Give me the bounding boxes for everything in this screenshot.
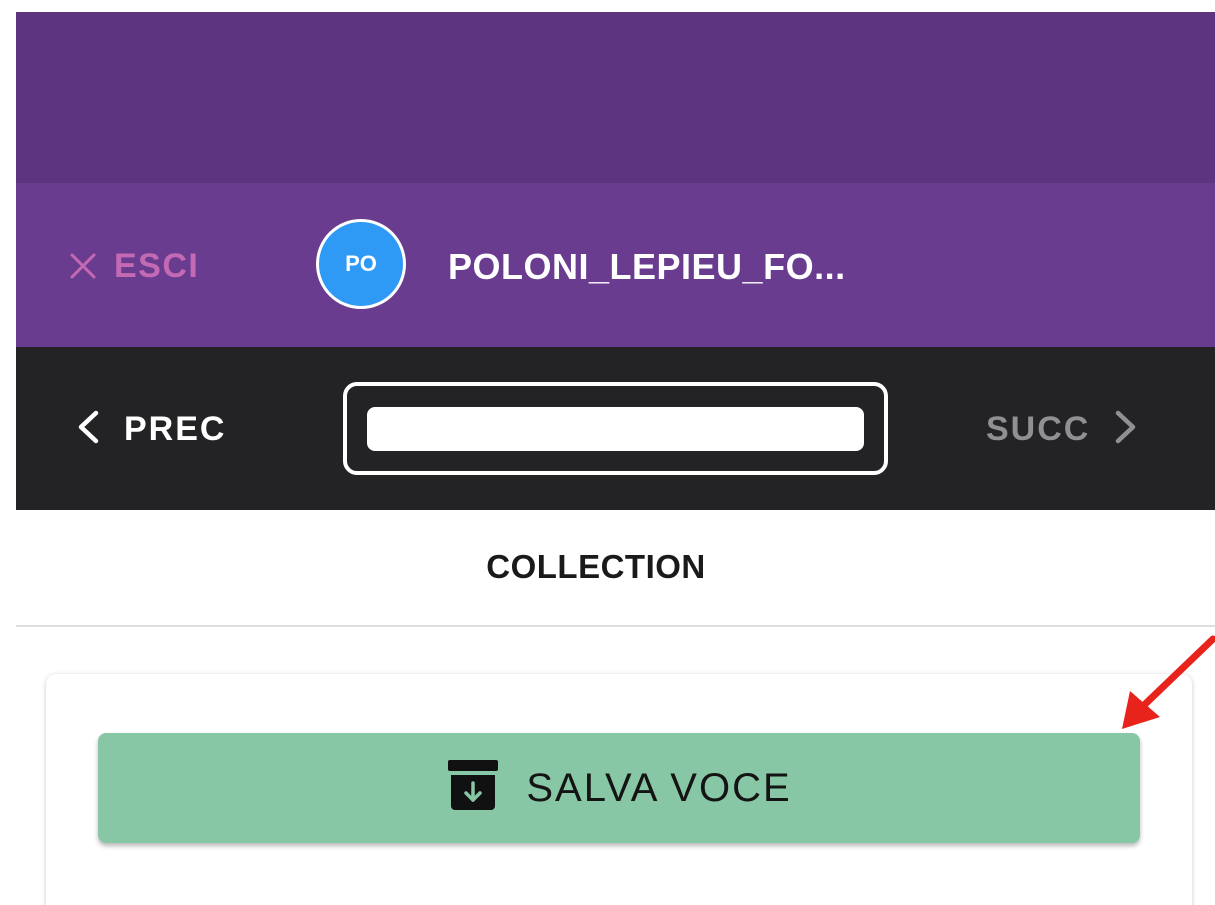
- exit-label: ESCI: [114, 246, 200, 285]
- section-title: COLLECTION: [486, 548, 706, 585]
- prev-label: PREC: [124, 409, 227, 448]
- left-margin: [0, 0, 16, 905]
- top-margin: [0, 0, 1215, 12]
- avatar: PO: [316, 219, 406, 309]
- status-bar: [16, 12, 1215, 183]
- exit-button[interactable]: ESCI: [68, 244, 199, 288]
- next-button[interactable]: SUCC: [986, 405, 1138, 453]
- record-selector[interactable]: [343, 382, 888, 475]
- next-label: SUCC: [986, 409, 1091, 448]
- archive-download-icon: [446, 758, 500, 819]
- section-divider: [16, 625, 1215, 627]
- chevron-right-icon: [1114, 409, 1138, 450]
- save-label: SALVA VOCE: [526, 765, 792, 810]
- close-icon: [68, 251, 98, 281]
- record-title: POLONI_LEPIEU_FO...: [448, 246, 846, 287]
- prev-button[interactable]: PREC: [76, 405, 226, 453]
- app-screen: ESCI PO POLONI_LEPIEU_FO... PREC SUCC CO…: [0, 0, 1215, 905]
- save-entry-button[interactable]: SALVA VOCE: [98, 733, 1140, 843]
- record-input[interactable]: [367, 406, 864, 451]
- chevron-left-icon: [76, 409, 100, 450]
